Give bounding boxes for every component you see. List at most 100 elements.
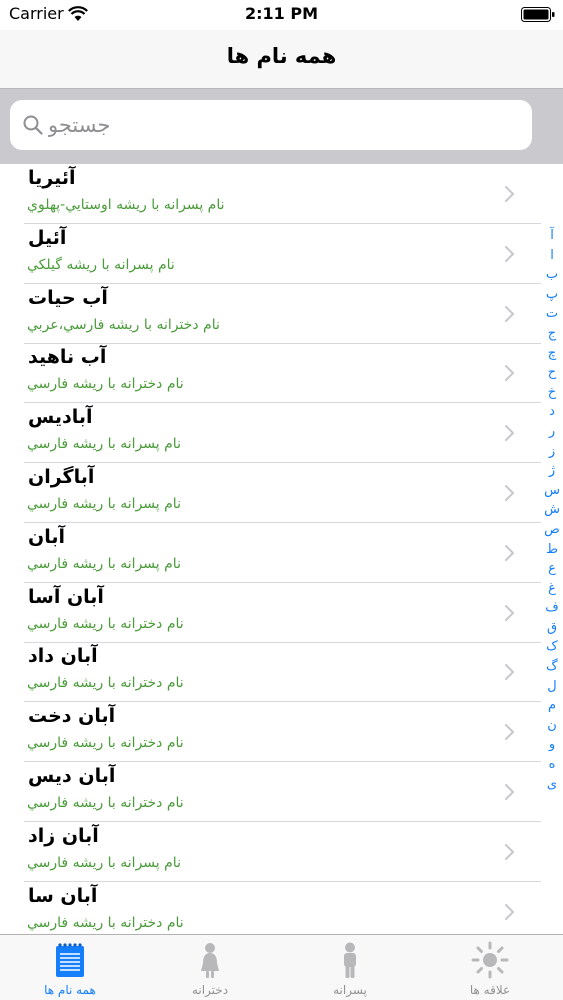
name-title: آئيل: [28, 226, 67, 249]
navigation-bar: همه نام ها: [0, 30, 563, 88]
tab-girls-label: دخترانه: [191, 983, 229, 997]
list-item[interactable]: آبان دخت نام دخترانه با ريشه فارسي: [0, 702, 563, 763]
name-description: نام پسرانه با ريشه فارسي: [27, 436, 181, 453]
list-item[interactable]: آبان سا نام دخترانه با ريشه فارسي: [0, 882, 563, 934]
name-title: آبان آسا: [28, 585, 104, 608]
index-letter[interactable]: م: [541, 696, 563, 716]
chevron-right-icon: [505, 245, 514, 262]
boy-icon: [344, 942, 356, 978]
tab-boys-label: پسرانه: [333, 983, 367, 997]
chevron-right-icon: [505, 843, 514, 860]
name-description: نام دخترانه با ريشه فارسي: [27, 735, 184, 752]
name-description: نام پسرانه با ريشه فارسي: [27, 555, 181, 572]
index-letter[interactable]: ط: [541, 540, 563, 560]
index-letter[interactable]: ب: [541, 265, 563, 285]
list-item[interactable]: آباديس نام پسرانه با ريشه فارسي: [0, 403, 563, 464]
name-title: آبان زاد: [28, 824, 99, 847]
list-item[interactable]: آبان ديس نام دخترانه با ريشه فارسي: [0, 762, 563, 822]
list-item[interactable]: آبان داد نام دخترانه با ريشه فارسي: [0, 642, 563, 703]
chevron-right-icon: [505, 186, 514, 202]
chevron-right-icon: [505, 664, 514, 681]
list-item[interactable]: آبان آسا نام دخترانه با ريشه فارسي: [0, 583, 563, 643]
index-letter[interactable]: ف: [541, 598, 563, 618]
chevron-right-icon: [505, 365, 514, 382]
status-time: 2:11 PM: [244, 4, 318, 23]
index-letter[interactable]: د: [541, 402, 563, 422]
names-list: آئيريا نام پسرانه با ريشه اوستايي-پهلوي آئ…: [0, 164, 563, 934]
index-letter[interactable]: ع: [541, 559, 563, 579]
list-item[interactable]: آباگران نام پسرانه با ريشه فارسي: [0, 463, 563, 523]
chevron-right-icon: [505, 485, 514, 501]
chevron-right-icon: [505, 425, 514, 442]
index-letter[interactable]: ه: [541, 755, 563, 775]
index-letter[interactable]: ص: [541, 520, 563, 540]
tab-boys[interactable]: پسرانه: [280, 935, 420, 1000]
name-title: آبان داد: [28, 645, 98, 668]
index-letter[interactable]: ج: [541, 324, 563, 344]
index-letter[interactable]: ق: [541, 618, 563, 638]
list-item[interactable]: آب حيات نام دخترانه با ريشه فارسي،عربي: [0, 284, 563, 344]
list-item[interactable]: آئيل نام پسرانه با ريشه گيلکي: [0, 224, 563, 284]
search-box[interactable]: [10, 100, 532, 150]
index-letter[interactable]: س: [541, 481, 563, 501]
name-title: آبان دخت: [28, 705, 116, 728]
tab-favorites-label: علاقه ها: [469, 983, 511, 997]
chevron-right-icon: [505, 544, 514, 561]
index-letter[interactable]: غ: [541, 579, 563, 599]
name-description: نام دخترانه با ريشه فارسي: [27, 615, 184, 632]
name-description: نام دخترانه با ريشه فارسي: [27, 914, 184, 931]
index-letter[interactable]: چ: [541, 344, 563, 364]
name-title: آبان: [28, 525, 65, 548]
name-description: نام دخترانه با ريشه فارسي: [27, 376, 184, 393]
chevron-right-icon: [505, 724, 514, 741]
sun-icon: [471, 941, 509, 979]
index-letter[interactable]: خ: [541, 383, 563, 403]
name-title: آبان سا: [28, 884, 98, 907]
index-letter[interactable]: و: [541, 735, 563, 755]
name-title: آئيريا: [28, 167, 76, 189]
status-bar: Carrier 2:11 PM: [0, 0, 563, 30]
name-description: نام پسرانه با ريشه گيلکي: [27, 256, 175, 273]
index-letter[interactable]: ز: [541, 442, 563, 462]
list-item[interactable]: آب ناهيد نام دخترانه با ريشه فارسي: [0, 343, 563, 404]
search-bar: [0, 88, 563, 164]
chevron-right-icon: [505, 604, 514, 621]
index-letter[interactable]: ژ: [541, 461, 563, 481]
name-title: آب ناهيد: [28, 346, 107, 369]
index-letter[interactable]: ت: [541, 304, 563, 324]
index-letter[interactable]: پ: [541, 285, 563, 305]
search-input[interactable]: [48, 100, 448, 150]
tab-girls[interactable]: دخترانه: [140, 935, 280, 1000]
tab-all-names[interactable]: همه نام ها: [0, 935, 140, 1000]
index-letter[interactable]: ا: [541, 246, 563, 266]
index-letter[interactable]: آ: [541, 226, 563, 246]
tab-bar: همه نام ها دخترانه پسرانه علاقه ها: [0, 934, 563, 1000]
notepad-icon: [56, 943, 84, 977]
tab-all-names-label: همه نام ها: [44, 983, 96, 997]
name-title: آب حيات: [28, 286, 108, 309]
name-description: نام دخترانه با ريشه فارسي: [27, 795, 184, 811]
name-description: نام پسرانه با ريشه فارسي: [27, 854, 181, 871]
index-letter[interactable]: ل: [541, 677, 563, 697]
tab-favorites[interactable]: علاقه ها: [420, 935, 560, 1000]
list-item[interactable]: آئيريا نام پسرانه با ريشه اوستايي-پهلوي: [0, 164, 563, 224]
index-letter[interactable]: ن: [541, 716, 563, 736]
alphabet-index[interactable]: آابپتجچحخدرزژسشصطعغفقکگلمنوهی: [541, 226, 563, 796]
name-description: نام دخترانه با ريشه فارسي: [27, 675, 184, 692]
chevron-right-icon: [505, 305, 514, 322]
name-title: آباديس: [28, 406, 93, 429]
chevron-right-icon: [505, 784, 514, 800]
chevron-right-icon: [505, 903, 514, 920]
index-letter[interactable]: ی: [541, 775, 563, 795]
name-title: آباگران: [28, 466, 95, 488]
index-letter[interactable]: ح: [541, 363, 563, 383]
index-letter[interactable]: ر: [541, 422, 563, 442]
index-letter[interactable]: ک: [541, 637, 563, 657]
list-item[interactable]: آبان زاد نام پسرانه با ريشه فارسي: [0, 822, 563, 882]
girl-icon: [201, 943, 219, 978]
index-letter[interactable]: ش: [541, 500, 563, 520]
name-description: نام پسرانه با ريشه فارسي: [27, 496, 181, 512]
index-letter[interactable]: گ: [541, 657, 563, 677]
search-icon: [23, 115, 43, 135]
list-item[interactable]: آبان نام پسرانه با ريشه فارسي: [0, 523, 563, 583]
